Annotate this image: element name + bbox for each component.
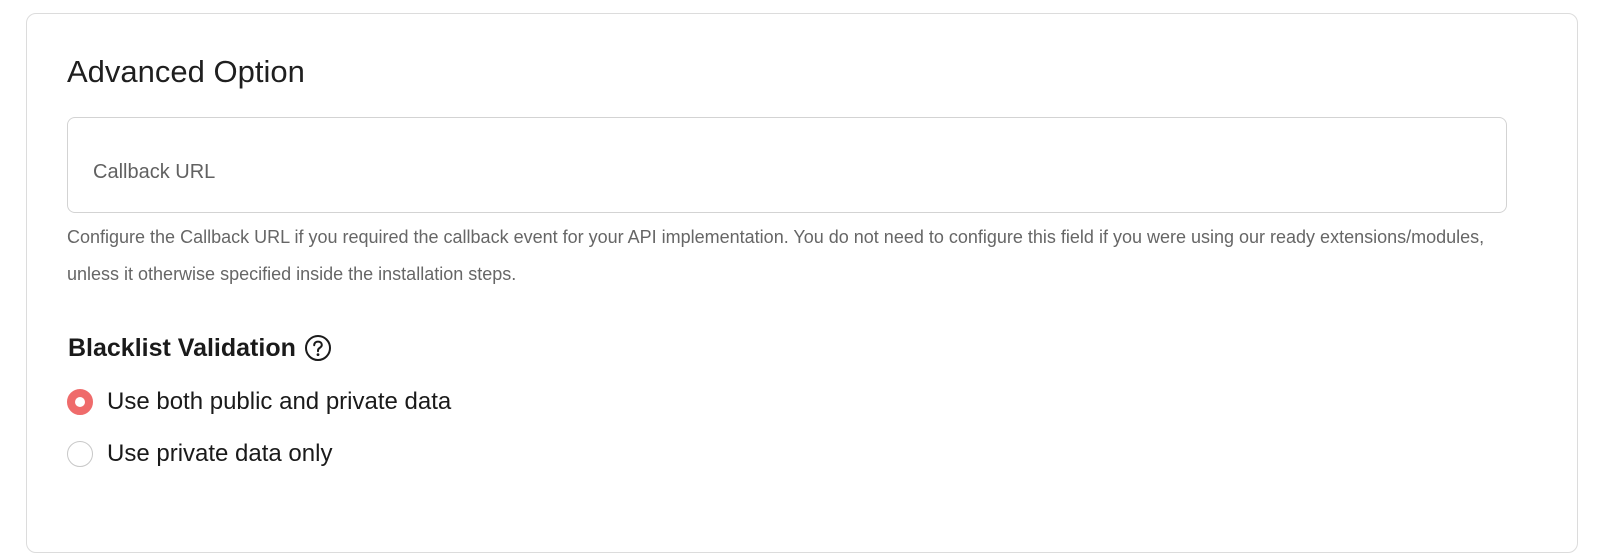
radio-button-selected[interactable] xyxy=(67,389,93,415)
question-circle-icon[interactable] xyxy=(304,334,332,362)
radio-label-private-only: Use private data only xyxy=(107,440,333,467)
blacklist-validation-label: Blacklist Validation xyxy=(68,334,296,362)
section-title: Advanced Option xyxy=(67,54,305,89)
radio-option-public-private[interactable]: Use both public and private data xyxy=(67,387,451,417)
radio-label-public-private: Use both public and private data xyxy=(107,388,452,415)
advanced-option-card: Advanced Option Configure the Callback U… xyxy=(26,13,1578,553)
callback-url-field[interactable] xyxy=(67,117,1507,213)
callback-url-help-text: Configure the Callback URL if you requir… xyxy=(67,227,1485,284)
radio-button-unselected[interactable] xyxy=(67,441,93,467)
radio-option-private-only[interactable]: Use private data only xyxy=(67,439,332,469)
blacklist-validation-heading: Blacklist Validation xyxy=(68,332,332,364)
callback-url-input[interactable] xyxy=(68,118,1506,212)
